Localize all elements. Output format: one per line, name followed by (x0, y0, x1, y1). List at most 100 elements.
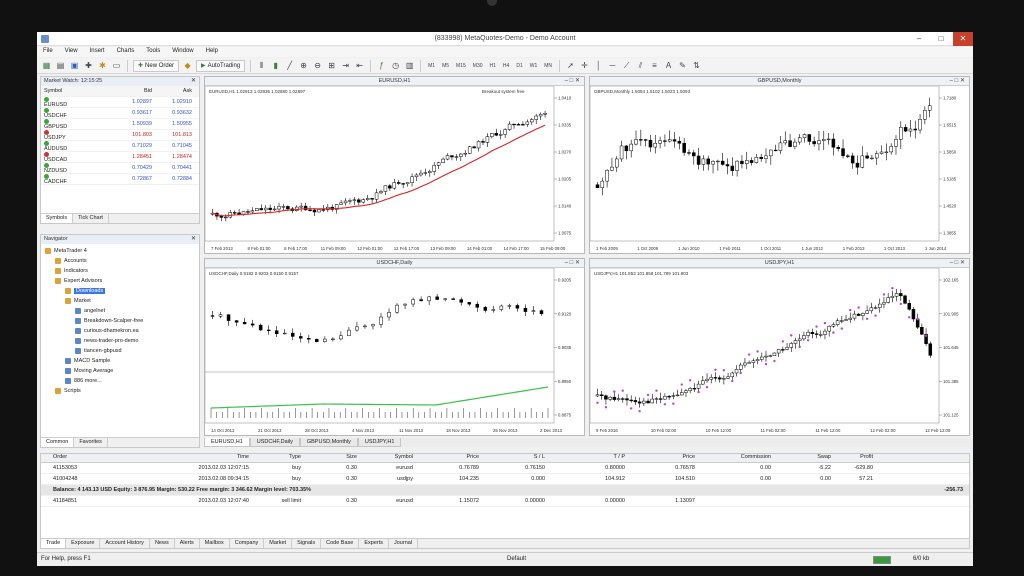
menu-charts[interactable]: Charts (111, 47, 141, 55)
indicators-icon[interactable]: ƒ (376, 60, 387, 71)
terminal-icon[interactable]: ▭ (111, 60, 122, 71)
chart-shift-icon[interactable]: ⇤ (354, 60, 365, 71)
menu-help[interactable]: Help (200, 47, 224, 55)
chart-window-usdchf-daily[interactable]: USDCHF,Daily – □ ✕ USDCHF,Daily 0.9182 0.… (204, 258, 585, 436)
terminal-tab-alerts[interactable]: Alerts (175, 539, 200, 548)
navigator-item[interactable]: news-trader-pro-demo (41, 336, 199, 346)
timeframe-m1[interactable]: M1 (426, 63, 437, 69)
navigator-close-icon[interactable]: ✕ (191, 235, 196, 242)
market-watch-close-icon[interactable]: ✕ (191, 77, 196, 84)
metaeditor-icon[interactable]: ◆ (182, 60, 193, 71)
fibonacci-icon[interactable]: ≡ (649, 60, 660, 71)
navigator-item[interactable]: Scripts (41, 386, 199, 396)
navigator-icon[interactable]: ✱ (97, 60, 108, 71)
market-watch-row[interactable]: USDCAD 1.28451 1.28474 (41, 151, 199, 163)
chart-window-controls[interactable]: – □ ✕ (950, 259, 965, 267)
label-icon[interactable]: ✎ (677, 60, 688, 71)
market-watch-row[interactable]: EURUSD 1.02897 1.02910 (41, 96, 199, 108)
chart-window-controls[interactable]: – □ ✕ (565, 259, 580, 267)
terminal-tab-journal[interactable]: Journal (389, 539, 419, 548)
minimize-button[interactable]: – (909, 32, 929, 46)
chart-window-eurusd-h1[interactable]: EURUSD,H1 – □ ✕ EURUSD,H1 1.02913 1.02936… (204, 76, 585, 254)
timeframe-m15[interactable]: M15 (454, 63, 468, 69)
chart-canvas[interactable]: GBPUSD,Monthly 1.5054 1.5102 1.5023 1.50… (590, 86, 969, 253)
market-watch-row[interactable]: USDJPY 101.803 101.813 (41, 129, 199, 141)
market-watch-row[interactable]: CADCHF 0.72867 0.72884 (41, 173, 199, 185)
timeframe-d1[interactable]: D1 (514, 63, 524, 69)
tab-favorites[interactable]: Favorites (74, 438, 108, 447)
profiles-icon[interactable]: ▤ (55, 60, 66, 71)
candlestick-icon[interactable]: ▮ (270, 60, 281, 71)
bar-chart-icon[interactable]: ⫴ (256, 60, 267, 71)
timeframe-h1[interactable]: H1 (488, 63, 498, 69)
tab-common[interactable]: Common (41, 438, 75, 447)
arrows-icon[interactable]: ⇅ (691, 60, 702, 71)
zoom-out-icon[interactable]: ⊖ (312, 60, 323, 71)
autoscroll-icon[interactable]: ⇥ (340, 60, 351, 71)
channel-icon[interactable]: ⫽ (635, 60, 646, 71)
order-row[interactable]: 41153053 2013.02.03 12:07:15 buy 0.30 eurusd… (41, 463, 969, 474)
navigator-item[interactable]: angelnet (41, 306, 199, 316)
periods-icon[interactable]: ◷ (390, 60, 401, 71)
chart-canvas[interactable]: EURUSD,H1 1.02913 1.02936 1.02880 1.0289… (205, 86, 584, 253)
line-chart-icon[interactable]: ╱ (284, 60, 295, 71)
menu-insert[interactable]: Insert (84, 47, 111, 55)
maximize-button[interactable]: □ (931, 32, 951, 46)
chart-window-usdjpy-h1[interactable]: USDJPY,H1 – □ ✕ USDJPY,H1 101.853 101.858… (589, 258, 970, 436)
chart-tab-usdchf[interactable]: USDCHF,Daily (249, 438, 300, 447)
menu-view[interactable]: View (59, 47, 84, 55)
tab-symbols[interactable]: Symbols (41, 214, 74, 223)
chart-window-controls[interactable]: – □ ✕ (950, 77, 965, 85)
new-chart-icon[interactable]: ▦ (41, 60, 52, 71)
terminal-tab-code-base[interactable]: Code Base (321, 539, 360, 548)
chart-canvas[interactable]: USDCHF,Daily 0.9182 0.9203 0.9150 0.9157… (205, 268, 584, 435)
market-watch-row[interactable]: GBPUSD 1.50939 1.50955 (41, 118, 199, 130)
cursor-icon[interactable]: ➚ (565, 60, 576, 71)
terminal-tab-company[interactable]: Company (230, 539, 265, 548)
navigator-item[interactable]: MetaTrader 4 (41, 246, 199, 256)
order-row[interactable]: 41004248 2013.02.08 09:34:15 buy 0.30 usdjpy… (41, 474, 969, 485)
new-order-button[interactable]: ✚ New Order (133, 59, 180, 72)
menu-tools[interactable]: Tools (140, 47, 166, 55)
terminal-tab-trade[interactable]: Trade (41, 539, 67, 548)
navigator-item[interactable]: 886 more... (41, 376, 199, 386)
market-watch-row[interactable]: USDCHF 0.93617 0.93632 (41, 107, 199, 119)
terminal-tab-exposure[interactable]: Exposure (66, 539, 101, 548)
horizontal-line-icon[interactable]: ─ (607, 60, 618, 71)
close-button[interactable]: ✕ (953, 32, 973, 46)
market-watch-icon[interactable]: ▣ (69, 60, 80, 71)
navigator-item[interactable]: Market (41, 296, 199, 306)
timeframe-m5[interactable]: M5 (440, 63, 451, 69)
tile-windows-icon[interactable]: ⊞ (326, 60, 337, 71)
menu-window[interactable]: Window (166, 47, 199, 55)
menu-file[interactable]: File (37, 47, 59, 55)
navigator-item[interactable]: Downloads (41, 286, 199, 296)
navigator-item[interactable]: tiancen-gbpusd (41, 346, 199, 356)
terminal-tab-market[interactable]: Market (264, 539, 293, 548)
terminal-tab-account-history[interactable]: Account History (100, 539, 150, 548)
text-icon[interactable]: A (663, 60, 674, 71)
navigator-item[interactable]: curious-dhamekron.ea (41, 326, 199, 336)
terminal-tab-news[interactable]: News (150, 539, 175, 548)
chart-canvas[interactable]: USDJPY,H1 101.853 101.858 101.789 101.80… (590, 268, 969, 435)
pending-order-row[interactable]: 41184851 2013.02.03 12:07:40 sell limit 0.3… (41, 496, 969, 507)
chart-tab-usdjpy[interactable]: USDJPY,H1 (357, 438, 402, 447)
navigator-item[interactable]: MACD Sample (41, 356, 199, 366)
navigator-item[interactable]: Moving Average (41, 366, 199, 376)
timeframe-h4[interactable]: H4 (501, 63, 511, 69)
timeframe-w1[interactable]: W1 (528, 63, 540, 69)
market-watch-row[interactable]: AUDUSD 0.71029 0.71045 (41, 140, 199, 152)
chart-window-controls[interactable]: – □ ✕ (565, 77, 580, 85)
chart-window-gbpusd-monthly[interactable]: GBPUSD,Monthly – □ ✕ GBPUSD,Monthly 1.505… (589, 76, 970, 254)
navigator-item[interactable]: Breakdown-Scalper-free (41, 316, 199, 326)
templates-icon[interactable]: ▥ (404, 60, 415, 71)
autotrading-button[interactable]: ▶ AutoTrading (196, 59, 246, 72)
data-window-icon[interactable]: ✚ (83, 60, 94, 71)
trendline-icon[interactable]: ⟋ (621, 60, 632, 71)
terminal-tab-signals[interactable]: Signals (292, 539, 322, 548)
navigator-item[interactable]: Accounts (41, 256, 199, 266)
terminal-tab-mailbox[interactable]: Mailbox (200, 539, 230, 548)
timeframe-mn[interactable]: MN (542, 63, 554, 69)
vertical-line-icon[interactable]: │ (593, 60, 604, 71)
terminal-tab-experts[interactable]: Experts (359, 539, 389, 548)
